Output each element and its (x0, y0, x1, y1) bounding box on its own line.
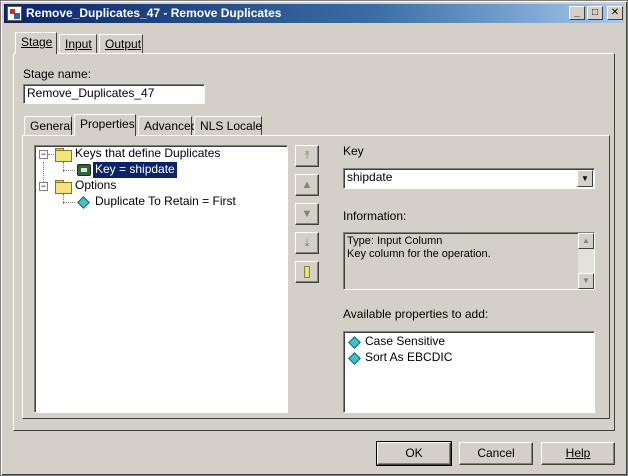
property-diamond-icon (77, 196, 90, 209)
stage-panel: Stage name: Remove_Duplicates_47 General… (13, 53, 615, 431)
move-down-button[interactable]: ▼ (295, 203, 319, 225)
scroll-down-icon[interactable]: ▼ (578, 273, 594, 289)
stage-name-label: Stage name: (23, 67, 92, 81)
key-column-icon (77, 164, 91, 176)
tab-stage[interactable]: Stage (15, 32, 57, 54)
tree-item-duplicate-to-retain[interactable]: Duplicate To Retain = First (95, 194, 236, 210)
tab-input[interactable]: Input (59, 34, 97, 54)
property-diamond-icon (348, 336, 361, 349)
tree-connector (48, 154, 54, 155)
app-icon (7, 6, 22, 21)
close-button[interactable]: ✕ (607, 6, 623, 20)
move-to-top-button[interactable]: ⤒ (295, 145, 319, 167)
tree-group-keys[interactable]: Keys that define Duplicates (75, 146, 220, 162)
window-title: Remove_Duplicates_47 - Remove Duplicates (26, 6, 282, 20)
maximize-button[interactable]: □ (587, 6, 603, 20)
information-description: Key column for the operation. (347, 248, 491, 260)
available-properties-label: Available properties to add: (343, 307, 489, 321)
tab-advanced[interactable]: Advanced (138, 116, 197, 136)
properties-tree[interactable]: − Keys that define Duplicates Key = ship… (34, 145, 288, 413)
properties-panel: − Keys that define Duplicates Key = ship… (22, 135, 610, 419)
collapse-options-icon[interactable]: − (39, 182, 48, 191)
tree-connector (63, 202, 75, 203)
tree-group-options[interactable]: Options (75, 178, 116, 194)
key-dropdown[interactable]: shipdate ▼ (343, 168, 595, 189)
cancel-button[interactable]: Cancel (459, 442, 533, 465)
scroll-up-icon[interactable]: ▲ (578, 233, 594, 249)
information-scrollbar[interactable]: ▲ ▼ (578, 233, 594, 289)
minimize-button[interactable]: _ (569, 6, 585, 20)
move-to-bottom-button[interactable]: ⤓ (295, 232, 319, 254)
available-properties-list[interactable]: Case Sensitive Sort As EBCDIC (343, 331, 595, 413)
folder-icon (55, 180, 72, 194)
ok-button[interactable]: OK (376, 441, 452, 466)
available-item-case-sensitive[interactable]: Case Sensitive (365, 334, 445, 350)
folder-icon (55, 148, 72, 162)
move-up-button[interactable]: ▲ (295, 174, 319, 196)
remove-property-button[interactable] (295, 261, 319, 283)
tab-output[interactable]: Output (99, 34, 143, 54)
tree-item-key-shipdate[interactable]: Key = shipdate (92, 161, 178, 179)
tree-connector (63, 170, 75, 171)
information-type: Type: Input Column (347, 235, 443, 247)
tab-nls-locale[interactable]: NLS Locale (194, 116, 262, 136)
remove-duplicates-dialog: Remove_Duplicates_47 - Remove Duplicates… (0, 0, 628, 476)
tab-general[interactable]: General (24, 116, 73, 136)
help-button[interactable]: Help (541, 442, 615, 465)
chevron-down-icon[interactable]: ▼ (577, 170, 593, 187)
information-box: Type: Input Column Key column for the op… (343, 232, 595, 290)
information-label: Information: (343, 209, 407, 223)
key-dropdown-value: shipdate (347, 170, 393, 184)
available-item-sort-as-ebcdic[interactable]: Sort As EBCDIC (365, 350, 452, 366)
collapse-keys-icon[interactable]: − (39, 150, 48, 159)
tab-properties[interactable]: Properties (74, 114, 136, 136)
title-bar[interactable]: Remove_Duplicates_47 - Remove Duplicates… (4, 4, 624, 23)
key-label: Key (343, 144, 364, 158)
property-diamond-icon (348, 352, 361, 365)
stage-name-input[interactable]: Remove_Duplicates_47 (23, 84, 205, 104)
